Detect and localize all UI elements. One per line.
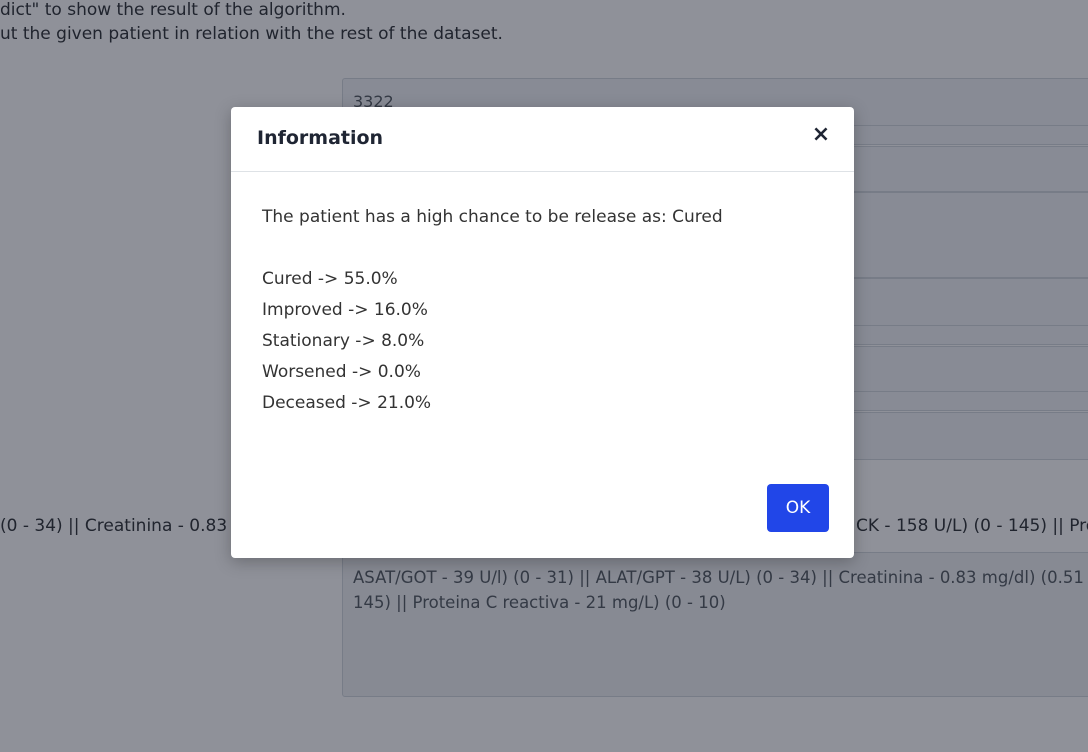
ok-button[interactable]: OK xyxy=(767,484,829,532)
result-item: Worsened -> 0.0% xyxy=(262,362,421,382)
result-item: Improved -> 16.0% xyxy=(262,300,428,320)
modal-header: Information × xyxy=(231,107,854,172)
modal-title: Information xyxy=(257,127,384,149)
modal-body: The patient has a high chance to be rele… xyxy=(262,205,723,422)
prediction-summary: The patient has a high chance to be rele… xyxy=(262,207,723,227)
result-item: Cured -> 55.0% xyxy=(262,269,398,289)
result-item: Stationary -> 8.0% xyxy=(262,331,425,351)
result-item: Deceased -> 21.0% xyxy=(262,393,432,413)
close-icon[interactable]: × xyxy=(809,123,833,147)
information-modal: Information × The patient has a high cha… xyxy=(231,107,854,558)
